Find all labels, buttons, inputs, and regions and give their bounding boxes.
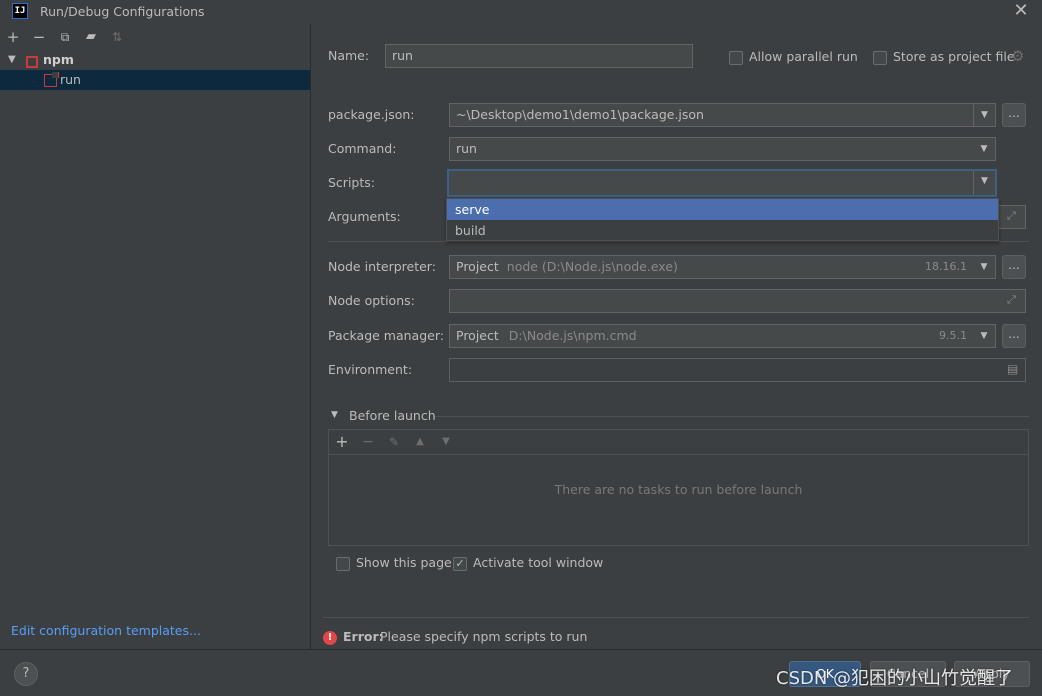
chevron-down-icon[interactable]: ▼ (331, 410, 338, 420)
node-options-label: Node options: (328, 293, 415, 308)
edit-templates-link[interactable]: Edit configuration templates... (11, 623, 201, 638)
document-icon[interactable]: ▤ (1007, 363, 1019, 375)
divider (328, 241, 1029, 242)
package-json-label: package.json: (328, 107, 415, 122)
intellij-logo-icon: IJ (12, 3, 28, 19)
add-icon[interactable]: + (333, 433, 351, 451)
command-value: run (456, 141, 477, 156)
package-json-select[interactable]: ~\Desktop\demo1\demo1\package.json ▼ (449, 103, 996, 127)
expand-icon[interactable]: ⤢ (1007, 294, 1019, 306)
store-project-checkbox[interactable] (873, 49, 887, 65)
package-json-value: ~\Desktop\demo1\demo1\package.json (456, 107, 704, 122)
tree-item-label: npm (43, 52, 74, 67)
tree-item-run[interactable]: run (0, 70, 310, 90)
error-prefix: Error: (343, 629, 384, 644)
environment-input[interactable]: ▤ (449, 358, 1026, 382)
store-project-label: Store as project file (893, 49, 1015, 64)
package-manager-label: Package manager: (328, 328, 444, 343)
help-button[interactable]: ? (14, 662, 38, 686)
chevron-down-icon[interactable]: ▼ (973, 171, 995, 195)
chevron-down-icon[interactable]: ▼ (973, 104, 995, 126)
before-launch-empty-text: There are no tasks to run before launch (554, 482, 803, 497)
before-launch-title: Before launch (349, 408, 436, 423)
new-folder-icon[interactable]: ▰ (82, 28, 100, 46)
node-version: 18.16.1 (925, 260, 967, 273)
divider (435, 416, 1029, 417)
sort-icon[interactable]: ⇅ (108, 28, 126, 46)
remove-icon[interactable]: − (30, 28, 48, 46)
remove-icon[interactable]: − (359, 433, 377, 451)
chevron-down-icon[interactable]: ▼ (973, 138, 995, 160)
chevron-down-icon[interactable]: ▼ (973, 256, 995, 278)
scripts-option-build[interactable]: build (447, 220, 998, 241)
tree-item-label: run (60, 72, 81, 87)
copy-icon[interactable]: ⧉ (56, 28, 74, 46)
command-select[interactable]: run ▼ (449, 137, 996, 161)
move-up-icon[interactable]: ▲ (411, 433, 429, 451)
browse-package-manager-button[interactable]: ... (1002, 324, 1026, 348)
watermark: CSDN @犯困的小山竹觉醒了 (776, 668, 1014, 689)
package-manager-select[interactable]: Project D:\Node.js\npm.cmd 9.5.1 ▼ (449, 324, 996, 348)
close-icon[interactable]: ✕ (1013, 1, 1029, 21)
divider (323, 617, 1029, 618)
window-title: Run/Debug Configurations (40, 4, 205, 19)
show-page-checkbox[interactable] (336, 555, 350, 571)
error-icon: ! (323, 629, 337, 645)
node-interpreter-label: Node interpreter: (328, 259, 436, 274)
chevron-down-icon[interactable]: ▼ (8, 50, 16, 70)
before-launch-toolbar: + − ✎ ▲ ▼ (329, 430, 1028, 455)
package-manager-prefix: Project (456, 328, 499, 343)
error-message: Please specify npm scripts to run (380, 629, 588, 644)
move-down-icon[interactable]: ▼ (437, 433, 455, 451)
expand-icon[interactable]: ⤢ (1007, 210, 1019, 222)
add-icon[interactable]: + (4, 28, 22, 46)
show-page-label: Show this page (356, 555, 452, 570)
activate-tool-label: Activate tool window (473, 555, 604, 570)
allow-parallel-checkbox[interactable] (729, 49, 743, 65)
browse-node-button[interactable]: ... (1002, 255, 1026, 279)
node-interpreter-select[interactable]: Project node (D:\Node.js\node.exe) 18.16… (449, 255, 996, 279)
scripts-dropdown-list: serve build (446, 198, 999, 241)
configurations-panel (0, 24, 311, 649)
node-interpreter-prefix: Project (456, 259, 499, 274)
environment-label: Environment: (328, 362, 413, 377)
scripts-option-serve[interactable]: serve (447, 199, 998, 220)
command-label: Command: (328, 141, 397, 156)
node-interpreter-path: node (D:\Node.js\node.exe) (506, 259, 678, 274)
name-input[interactable]: run (385, 44, 693, 68)
name-label: Name: (328, 48, 370, 63)
activate-tool-checkbox[interactable]: ✓ (453, 555, 467, 571)
gear-icon[interactable]: ⚙ (1011, 47, 1024, 65)
browse-package-json-button[interactable]: ... (1002, 103, 1026, 127)
scripts-combobox[interactable]: ▼ (447, 169, 997, 197)
node-options-input[interactable]: ⤢ (449, 289, 1026, 313)
tree-item-npm[interactable]: ▼ npm (0, 50, 310, 70)
package-manager-version: 9.5.1 (939, 329, 967, 342)
allow-parallel-label: Allow parallel run (749, 49, 858, 64)
npm-config-icon (44, 72, 59, 93)
before-launch-panel: + − ✎ ▲ ▼ There are no tasks to run befo… (328, 429, 1029, 546)
package-manager-path: D:\Node.js\npm.cmd (508, 328, 637, 343)
arguments-label: Arguments: (328, 209, 401, 224)
scripts-label: Scripts: (328, 175, 375, 190)
edit-icon[interactable]: ✎ (385, 433, 403, 451)
chevron-down-icon[interactable]: ▼ (973, 325, 995, 347)
